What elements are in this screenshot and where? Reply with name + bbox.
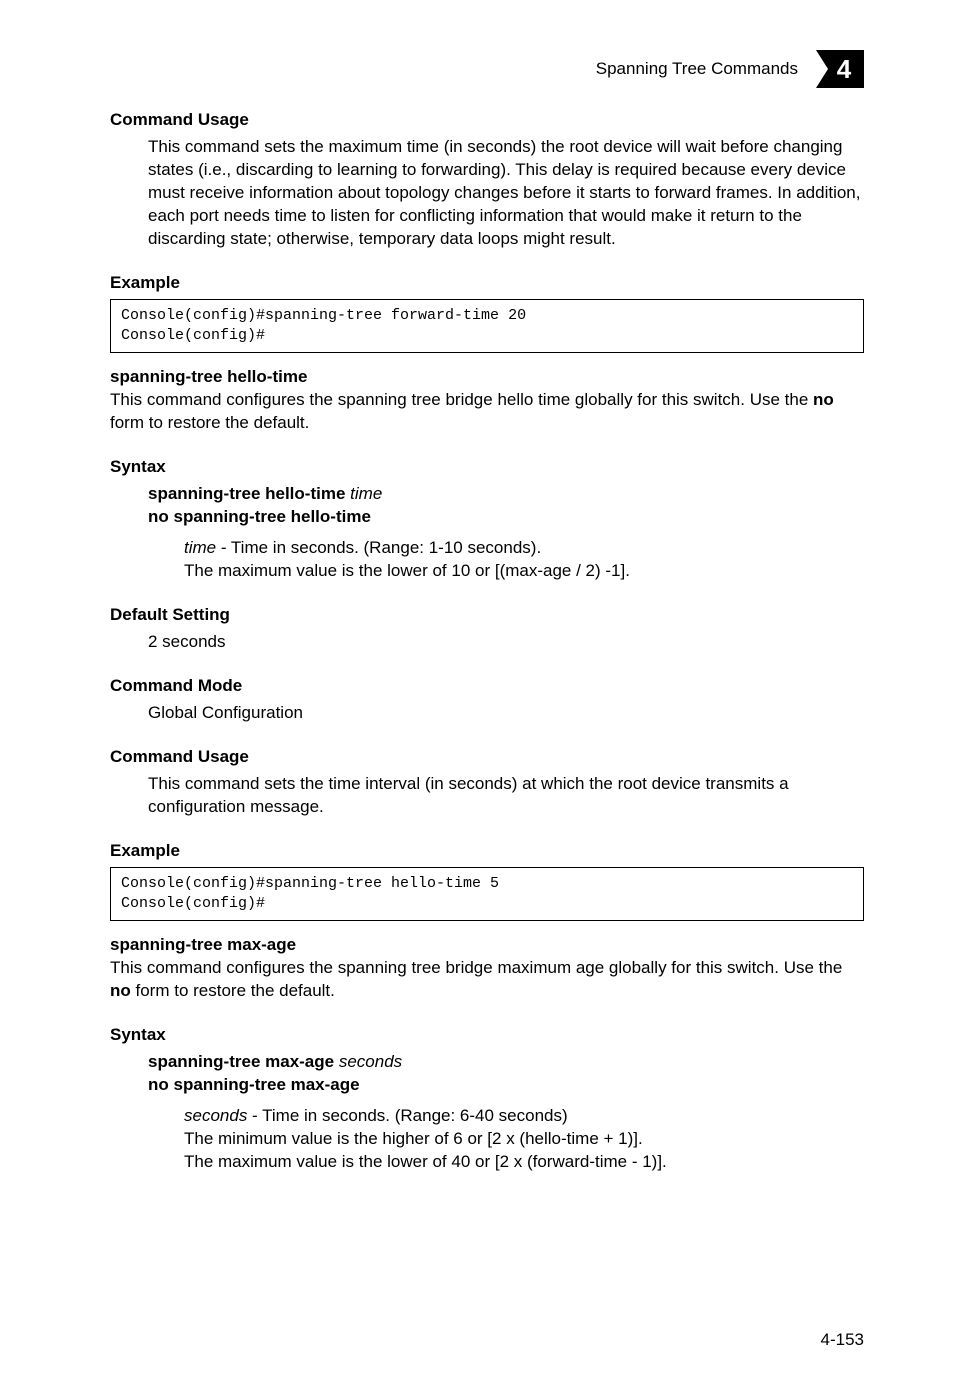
command-description-2: This command configures the spanning tre…: [110, 957, 864, 1003]
desc2-part1: This command configures the spanning tre…: [110, 958, 842, 977]
desc2-bold: no: [110, 981, 131, 1000]
example-heading-2: Example: [110, 841, 864, 861]
param2-note2: The maximum value is the lower of 40 or …: [184, 1152, 667, 1171]
default-setting-text: 2 seconds: [148, 631, 864, 654]
command-mode-heading: Command Mode: [110, 676, 864, 696]
syntax2-cmd: spanning-tree max-age: [148, 1052, 334, 1071]
param-desc: - Time in seconds. (Range: 1-10 seconds)…: [216, 538, 541, 557]
param-note: The maximum value is the lower of 10 or …: [184, 561, 630, 580]
param-name: time: [184, 538, 216, 557]
desc-bold: no: [813, 390, 834, 409]
command-usage-heading: Command Usage: [110, 110, 864, 130]
chapter-tab: 4: [816, 50, 864, 88]
param2-name: seconds: [184, 1106, 247, 1125]
example-code-2: Console(config)#spanning-tree hello-time…: [110, 867, 864, 922]
default-setting-heading: Default Setting: [110, 605, 864, 625]
syntax-param: time - Time in seconds. (Range: 1-10 sec…: [184, 537, 864, 583]
syntax-arg: time: [350, 484, 382, 503]
syntax-cmd: spanning-tree hello-time: [148, 484, 345, 503]
param2-desc: - Time in seconds. (Range: 6-40 seconds): [247, 1106, 567, 1125]
command-usage-heading-2: Command Usage: [110, 747, 864, 767]
syntax2-arg: seconds: [339, 1052, 402, 1071]
syntax-heading: Syntax: [110, 457, 864, 477]
command-mode-text: Global Configuration: [148, 702, 864, 725]
syntax-heading-2: Syntax: [110, 1025, 864, 1045]
command-description: This command configures the spanning tre…: [110, 389, 864, 435]
command-usage-text: This command sets the maximum time (in s…: [148, 136, 864, 251]
command-usage-text-2: This command sets the time interval (in …: [148, 773, 864, 819]
page-header: Spanning Tree Commands 4: [110, 50, 864, 88]
desc-part2: form to restore the default.: [110, 413, 309, 432]
page: Spanning Tree Commands 4 Command Usage T…: [0, 0, 954, 1388]
chapter-number: 4: [837, 54, 852, 84]
command-name-2: spanning-tree max-age: [110, 935, 864, 955]
syntax2-line-1: spanning-tree max-age seconds: [148, 1051, 864, 1074]
syntax2-param: seconds - Time in seconds. (Range: 6-40 …: [184, 1105, 864, 1174]
desc-part1: This command configures the spanning tre…: [110, 390, 813, 409]
tab-icon: 4: [816, 50, 864, 88]
syntax2-line-2: no spanning-tree max-age: [148, 1074, 864, 1097]
command-name: spanning-tree hello-time: [110, 367, 864, 387]
syntax-line-1: spanning-tree hello-time time: [148, 483, 864, 506]
page-number: 4-153: [821, 1330, 864, 1350]
desc2-part2: form to restore the default.: [131, 981, 335, 1000]
param2-note1: The minimum value is the higher of 6 or …: [184, 1129, 643, 1148]
header-title: Spanning Tree Commands: [596, 59, 798, 79]
example-heading: Example: [110, 273, 864, 293]
syntax-line-2: no spanning-tree hello-time: [148, 506, 864, 529]
example-code: Console(config)#spanning-tree forward-ti…: [110, 299, 864, 354]
